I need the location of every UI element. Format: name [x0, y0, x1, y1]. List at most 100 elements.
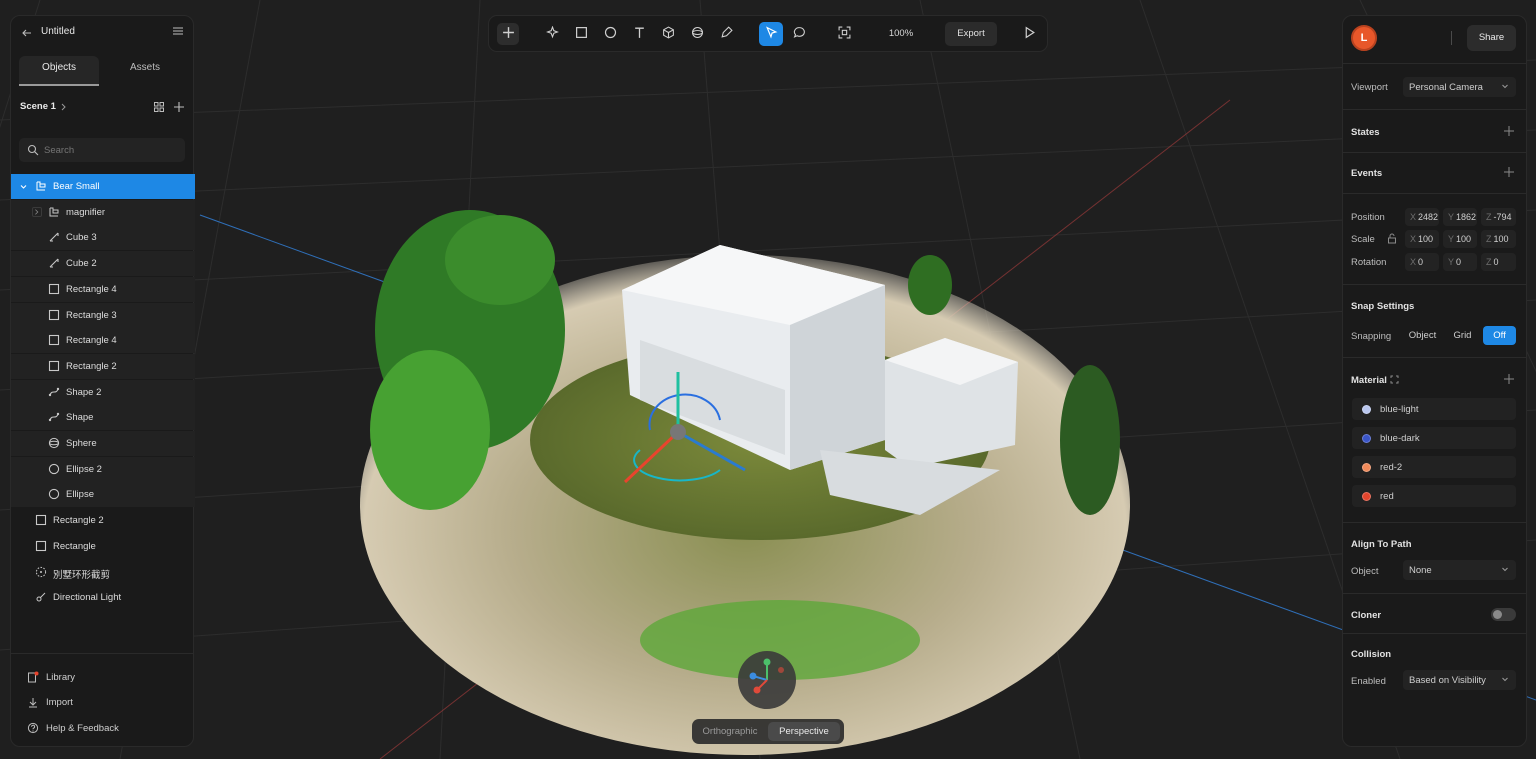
search-input[interactable]	[44, 142, 174, 158]
sparkle-icon	[545, 25, 559, 42]
expand-icon[interactable]	[1390, 375, 1399, 384]
search-icon	[27, 144, 39, 156]
export-button[interactable]: Export	[945, 22, 997, 46]
cloner-toggle[interactable]	[1491, 608, 1516, 621]
tab-assets[interactable]: Assets	[105, 56, 185, 86]
scale-y-field[interactable]: Y 100	[1443, 230, 1477, 248]
import-link[interactable]: Import	[27, 696, 73, 710]
project-title[interactable]: Untitled	[41, 26, 75, 37]
viewport-select[interactable]: Personal Camera	[1403, 77, 1516, 97]
add-scene-icon[interactable]	[173, 101, 185, 113]
layer-tree-item[interactable]: Rectangle 4	[11, 276, 195, 302]
divider	[1343, 522, 1526, 523]
divider	[1343, 193, 1526, 194]
layer-tree-item[interactable]: Rectangle 2	[11, 508, 195, 533]
scale-x-field[interactable]: X 100	[1405, 230, 1439, 248]
position-x-field[interactable]: X 2482	[1405, 208, 1439, 226]
help-feedback-link[interactable]: Help & Feedback	[27, 721, 119, 735]
collision-title: Collision	[1351, 649, 1392, 660]
library-link[interactable]: Library	[27, 670, 75, 684]
layer-tree-item[interactable]: Rectangle	[11, 534, 195, 559]
ellipse-tool-button[interactable]	[600, 24, 620, 44]
material-item[interactable]: blue-dark	[1352, 427, 1516, 449]
comment-tool-button[interactable]	[789, 24, 809, 44]
material-name: blue-dark	[1380, 432, 1420, 444]
tab-objects[interactable]: Objects	[19, 56, 99, 86]
layer-tree-item[interactable]: Shape 2	[11, 379, 195, 405]
cube-tool-button[interactable]	[658, 24, 678, 44]
position-z-field[interactable]: Z -794	[1481, 208, 1516, 226]
layer-tree-item[interactable]: Rectangle 3	[11, 302, 195, 328]
material-item[interactable]: blue-light	[1352, 398, 1516, 420]
add-event-icon[interactable]	[1503, 166, 1515, 178]
library-icon	[27, 671, 39, 683]
footer-label: Help & Feedback	[46, 722, 119, 734]
x-axis-label: X	[1410, 212, 1417, 222]
rectangle-icon	[575, 26, 588, 42]
layer-tree-item[interactable]: Bear Small	[11, 174, 195, 199]
snap-off-button[interactable]: Off	[1483, 326, 1516, 345]
text-tool-button[interactable]	[629, 24, 649, 44]
layer-tree-item[interactable]: Directional Light	[11, 585, 195, 610]
layer-tree-item[interactable]: Cube 2	[11, 251, 195, 277]
scene-selector[interactable]: Scene 1	[20, 101, 68, 112]
play-button[interactable]	[1019, 24, 1039, 44]
layer-tree-item[interactable]: magnifier	[11, 199, 195, 225]
chevron-right-icon[interactable]	[32, 206, 42, 217]
layer-tree-item[interactable]: Ellipse 2	[11, 456, 195, 482]
add-state-icon[interactable]	[1503, 125, 1515, 137]
lock-icon[interactable]	[1387, 233, 1397, 244]
shape-icon	[48, 386, 60, 398]
scale-z-field[interactable]: Z 100	[1481, 230, 1516, 248]
user-avatar[interactable]: L	[1351, 25, 1377, 51]
3d-viewport[interactable]	[0, 0, 1536, 759]
back-button[interactable]	[21, 26, 33, 40]
gaussian-splat-icon	[35, 566, 47, 578]
sphere-tool-button[interactable]	[687, 24, 707, 44]
material-item[interactable]: red	[1352, 485, 1516, 507]
ai-tool-button[interactable]	[542, 24, 562, 44]
add-material-icon[interactable]	[1503, 373, 1515, 385]
snap-object-button[interactable]: Object	[1403, 326, 1442, 345]
layer-name: Rectangle 2	[66, 360, 117, 372]
layer-tree-item[interactable]: Sphere	[11, 431, 195, 456]
layer-name: Cube 2	[66, 258, 97, 270]
material-item[interactable]: red-2	[1352, 456, 1516, 478]
group-icon	[48, 206, 60, 218]
layer-tree-item[interactable]: Rectangle 2	[11, 353, 195, 379]
collision-select[interactable]: Based on Visibility	[1403, 670, 1516, 690]
search-box[interactable]	[19, 138, 185, 162]
menu-button[interactable]	[172, 25, 184, 37]
rotation-z-field[interactable]: Z0	[1481, 253, 1516, 271]
layer-name: Rectangle 2	[53, 515, 104, 527]
layer-tree-item[interactable]: Cube 3	[11, 225, 195, 251]
position-x-value: 2482	[1418, 212, 1439, 222]
ellipse-icon	[48, 463, 60, 475]
rotation-label: Rotation	[1351, 257, 1387, 268]
perspective-button[interactable]: Perspective	[768, 722, 840, 741]
position-y-field[interactable]: Y 1862	[1443, 208, 1477, 226]
layer-name: Rectangle 4	[66, 335, 117, 347]
layer-tree-item[interactable]: Shape	[11, 405, 195, 431]
snap-grid-button[interactable]: Grid	[1446, 326, 1479, 345]
add-button[interactable]	[497, 23, 519, 45]
layer-tree-item[interactable]: Rectangle 4	[11, 328, 195, 354]
frame-view-button[interactable]	[834, 24, 854, 44]
align-object-select[interactable]: None	[1403, 560, 1516, 580]
rotation-y-field[interactable]: Y0	[1443, 253, 1477, 271]
states-title: States	[1351, 127, 1380, 138]
orientation-gizmo[interactable]	[738, 651, 796, 709]
select-tool-button[interactable]	[759, 22, 783, 46]
layer-tree-item[interactable]: Ellipse	[11, 482, 195, 508]
grid-view-icon[interactable]	[153, 101, 165, 113]
rotation-x-field[interactable]: X0	[1405, 253, 1439, 271]
orthographic-button[interactable]: Orthographic	[696, 722, 764, 741]
pen-tool-button[interactable]	[716, 24, 736, 44]
share-button[interactable]: Share	[1467, 25, 1516, 51]
layer-name: Sphere	[66, 438, 97, 449]
zoom-level[interactable]: 100%	[884, 28, 918, 39]
layer-tree-item[interactable]: 別墅环形截剪	[11, 560, 195, 585]
rectangle-tool-button[interactable]	[571, 24, 591, 44]
snapping-label: Snapping	[1351, 331, 1392, 342]
chevron-down-icon[interactable]	[19, 182, 28, 191]
